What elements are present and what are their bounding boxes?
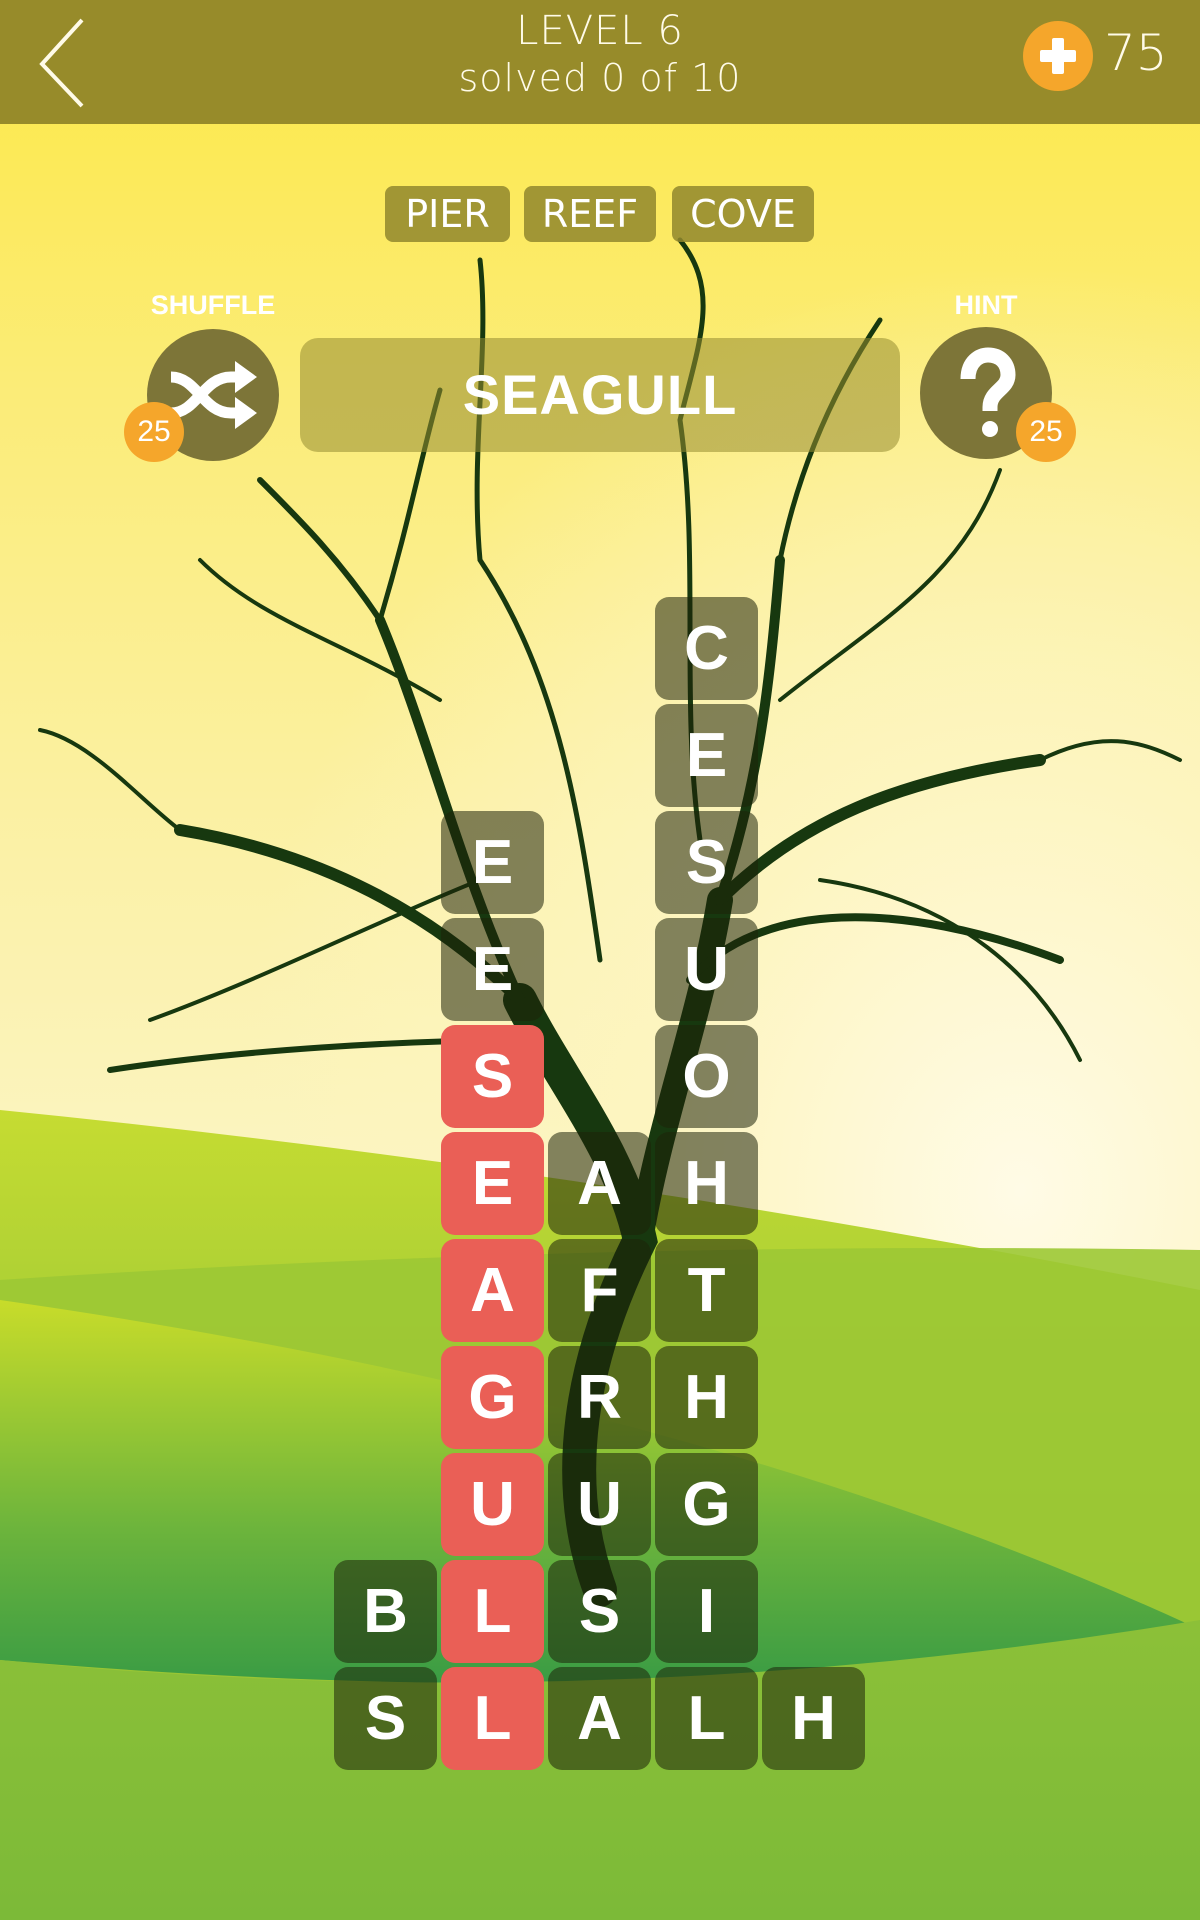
letter-tile-selected[interactable]: A [441, 1239, 544, 1342]
letter-tile[interactable]: F [548, 1239, 651, 1342]
letter-tile[interactable]: T [655, 1239, 758, 1342]
letter-tile[interactable]: S [548, 1560, 651, 1663]
letter-tile[interactable]: E [655, 704, 758, 807]
hint-label: HINT [954, 290, 1018, 320]
letter-tile[interactable]: G [655, 1453, 758, 1556]
letter-tile[interactable]: A [548, 1667, 651, 1770]
level-progress: solved 0 of 10 [458, 56, 742, 100]
shuffle-label: SHUFFLE [150, 290, 276, 320]
letter-tile-selected[interactable]: U [441, 1453, 544, 1556]
letter-tile-selected[interactable]: L [441, 1560, 544, 1663]
letter-tile-selected[interactable]: E [441, 1132, 544, 1235]
letter-tile[interactable]: U [548, 1453, 651, 1556]
letter-tile[interactable]: I [655, 1560, 758, 1663]
shuffle-cost-badge: 25 [124, 402, 184, 462]
letter-tile[interactable]: U [655, 918, 758, 1021]
hint-cost-badge: 25 [1016, 402, 1076, 462]
letter-tile[interactable]: H [655, 1346, 758, 1449]
letter-tile[interactable]: E [441, 918, 544, 1021]
letter-tile-selected[interactable]: S [441, 1025, 544, 1128]
letter-tile[interactable]: H [655, 1132, 758, 1235]
letter-tile[interactable]: S [334, 1667, 437, 1770]
found-word-chip: REEF [524, 186, 656, 242]
top-bar: LEVEL 6 solved 0 of 10 75 [0, 0, 1200, 124]
found-word-chip: PIER [385, 186, 510, 242]
letter-tile[interactable]: L [655, 1667, 758, 1770]
found-word-chip: COVE [672, 186, 814, 242]
current-word-display: SEAGULL [300, 338, 900, 452]
letter-tile[interactable]: H [762, 1667, 865, 1770]
letter-tile-selected[interactable]: G [441, 1346, 544, 1449]
letter-tile[interactable]: C [655, 597, 758, 700]
letter-tile[interactable]: B [334, 1560, 437, 1663]
level-title: LEVEL 6 [516, 8, 684, 54]
letter-tile[interactable]: E [441, 811, 544, 914]
letter-tile[interactable]: R [548, 1346, 651, 1449]
letter-tile[interactable]: O [655, 1025, 758, 1128]
letter-tile[interactable]: A [548, 1132, 651, 1235]
letter-tile[interactable]: S [655, 811, 758, 914]
letter-tile-selected[interactable]: L [441, 1667, 544, 1770]
coin-count: 75 [1104, 24, 1168, 82]
add-coins-button[interactable] [1023, 21, 1093, 91]
